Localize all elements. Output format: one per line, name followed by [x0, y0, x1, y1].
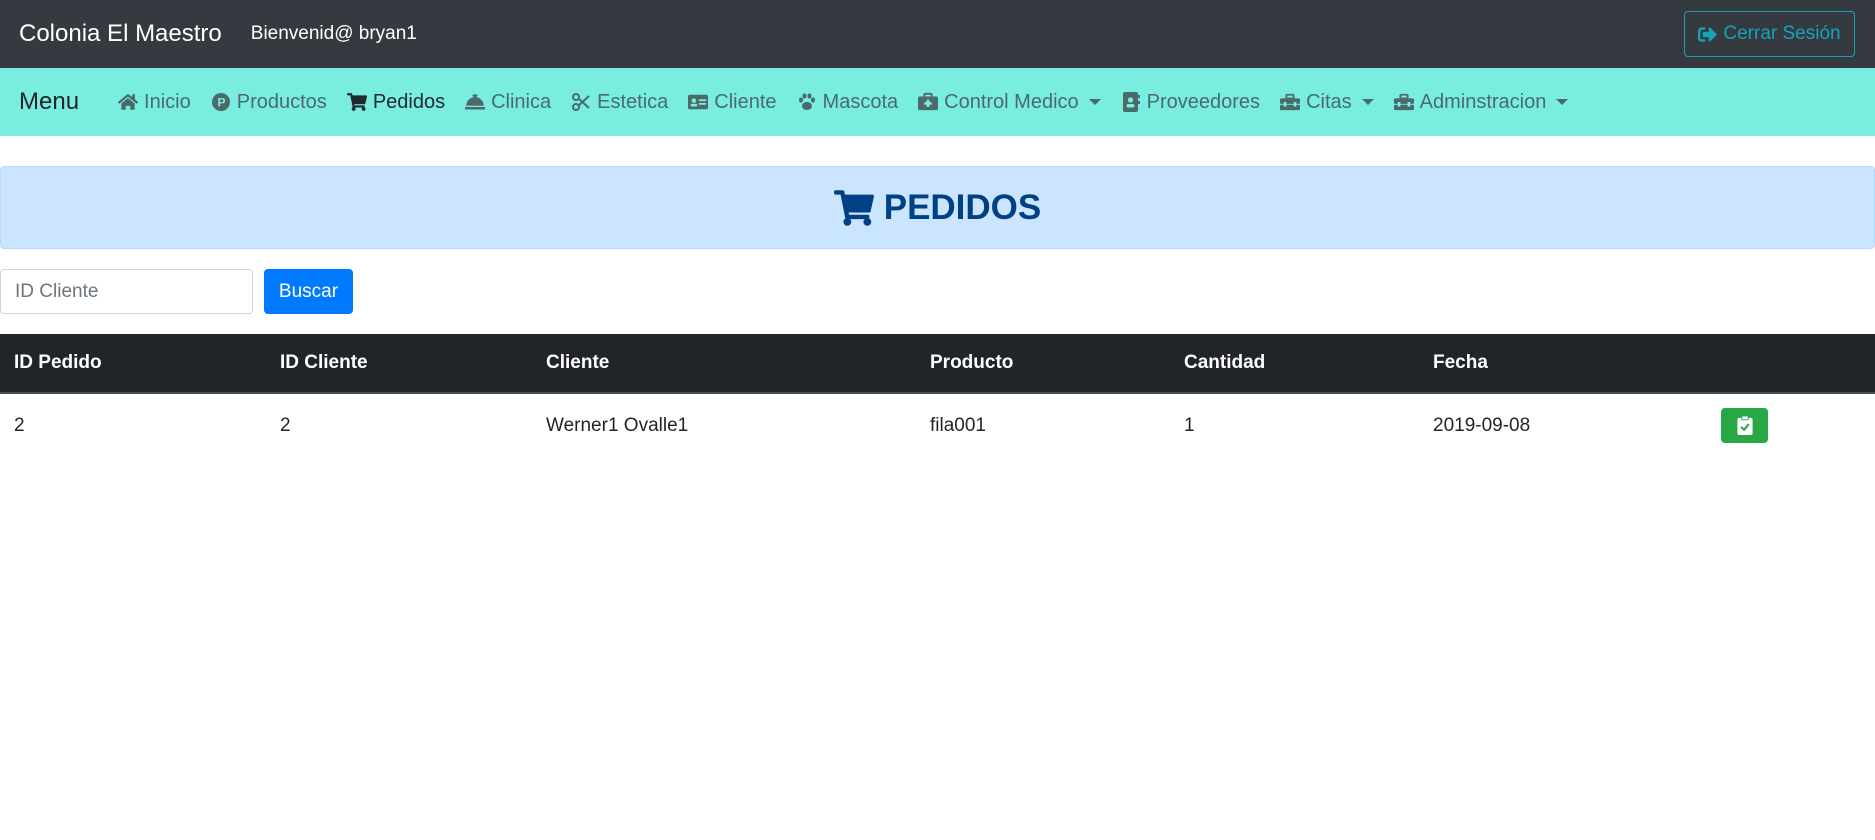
column-header-producto: Producto — [916, 334, 1170, 394]
table-header-row: ID Pedido ID Cliente Cliente Producto Ca… — [0, 334, 1875, 394]
nav-label-proveedores: Proveedores — [1146, 90, 1261, 113]
logout-button[interactable]: Cerrar Sesión — [1684, 11, 1855, 57]
nav-item-estetica[interactable]: Estetica — [561, 68, 678, 136]
shopping-cart-icon — [833, 189, 874, 226]
nav-item-productos[interactable]: P Productos — [201, 68, 337, 136]
id-card-icon — [688, 92, 709, 112]
cell-actions — [1707, 393, 1875, 457]
scissors-icon — [571, 92, 591, 112]
cell-id-cliente: 2 — [280, 414, 291, 436]
nav-item-adminstracion[interactable]: Adminstracion — [1384, 68, 1579, 136]
menu-title: Menu — [19, 88, 80, 115]
chevron-down-icon — [1361, 99, 1374, 105]
address-book-icon — [1121, 92, 1141, 112]
toolbox-icon — [1280, 92, 1301, 112]
chevron-down-icon — [1556, 99, 1569, 105]
shopping-cart-icon — [346, 92, 367, 112]
nav-label-adminstracion: Adminstracion — [1419, 90, 1547, 113]
concierge-bell-icon — [465, 92, 486, 112]
paw-icon — [797, 92, 817, 112]
cell-fecha: 2019-09-08 — [1433, 414, 1531, 436]
medkit-icon — [918, 92, 939, 112]
welcome-text: Bienvenid@ bryan1 — [250, 23, 417, 44]
nav-item-mascota[interactable]: Mascota — [787, 68, 909, 136]
app-brand[interactable]: Colonia El Maestro — [19, 20, 222, 48]
client-id-search-input[interactable] — [0, 269, 253, 314]
page-title-text: PEDIDOS — [883, 187, 1042, 227]
table-row: 2 2 Werner1 Ovalle1 fila001 1 2019-09-08 — [0, 393, 1875, 457]
chevron-down-icon — [1088, 99, 1101, 105]
nav-item-control-medico[interactable]: Control Medico — [908, 68, 1111, 136]
main-menu-bar: Menu Inicio P Productos Pedidos Clinica … — [0, 68, 1875, 136]
cell-cliente: Werner1 Ovalle1 — [546, 414, 689, 436]
page-header-alert: PEDIDOS — [0, 166, 1875, 249]
product-p-icon: P — [211, 92, 231, 112]
nav-label-inicio: Inicio — [144, 90, 191, 113]
column-header-fecha: Fecha — [1419, 334, 1707, 394]
nav-item-proveedores[interactable]: Proveedores — [1111, 68, 1270, 136]
order-action-button[interactable] — [1721, 408, 1768, 443]
nav-label-productos: Productos — [236, 90, 327, 113]
nav-item-inicio[interactable]: Inicio — [108, 68, 201, 136]
clipboard-check-icon — [1736, 416, 1753, 435]
sign-out-icon — [1698, 26, 1718, 42]
nav-label-mascota: Mascota — [822, 90, 899, 113]
nav-label-control-medico: Control Medico — [944, 90, 1079, 113]
home-icon — [118, 92, 139, 112]
cell-id-pedido: 2 — [14, 414, 25, 436]
column-header-cliente: Cliente — [532, 334, 916, 394]
nav-label-citas: Citas — [1306, 90, 1352, 113]
column-header-actions — [1707, 334, 1875, 394]
search-button[interactable]: Buscar — [264, 269, 353, 314]
nav-label-cliente: Cliente — [714, 90, 777, 113]
svg-text:P: P — [217, 96, 225, 110]
page-title: PEDIDOS — [833, 187, 1042, 228]
nav-item-clinica[interactable]: Clinica — [455, 68, 561, 136]
column-header-id-pedido: ID Pedido — [0, 334, 266, 394]
nav-item-pedidos[interactable]: Pedidos — [337, 68, 455, 136]
column-header-cantidad: Cantidad — [1170, 334, 1419, 394]
nav-item-cliente[interactable]: Cliente — [678, 68, 786, 136]
column-header-id-cliente: ID Cliente — [266, 334, 532, 394]
cell-producto: fila001 — [930, 414, 986, 436]
nav-label-estetica: Estetica — [597, 90, 669, 113]
nav-label-pedidos: Pedidos — [372, 90, 446, 113]
nav-item-citas[interactable]: Citas — [1270, 68, 1384, 136]
top-navbar: Colonia El Maestro Bienvenid@ bryan1 Cer… — [0, 0, 1875, 68]
cell-cantidad: 1 — [1184, 414, 1195, 436]
nav-label-clinica: Clinica — [491, 90, 552, 113]
toolbox-icon — [1393, 92, 1414, 112]
orders-table: ID Pedido ID Cliente Cliente Producto Ca… — [0, 334, 1875, 457]
logout-label: Cerrar Sesión — [1723, 23, 1841, 44]
